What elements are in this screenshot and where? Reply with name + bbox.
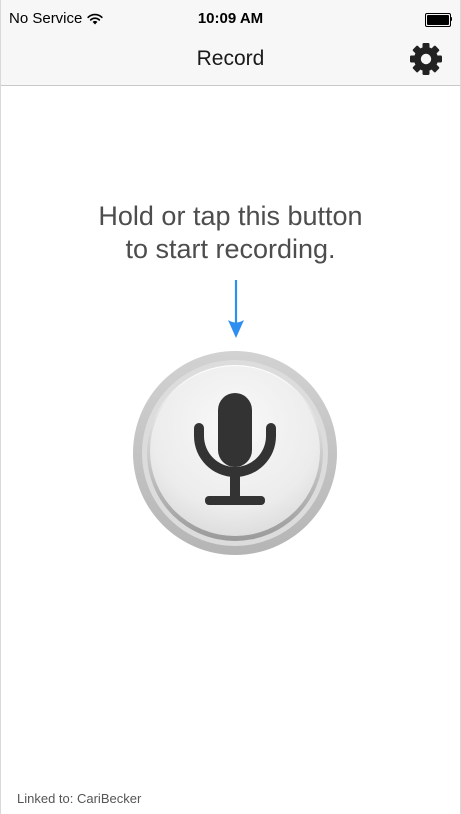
record-screen: No Service 10:09 AM Record Hold or tap t… bbox=[0, 0, 461, 814]
linked-account-label: Linked to: CariBecker bbox=[17, 791, 142, 806]
gear-icon bbox=[410, 43, 442, 75]
status-time: 10:09 AM bbox=[197, 10, 264, 27]
battery-fill bbox=[427, 15, 449, 25]
arrow-down-icon bbox=[225, 280, 247, 340]
record-instructions: Hold or tap this button to start recordi… bbox=[1, 200, 460, 266]
battery-icon bbox=[425, 13, 452, 27]
instructions-line-2: to start recording. bbox=[125, 234, 336, 264]
page-title: Record bbox=[196, 47, 265, 70]
status-bar: No Service 10:09 AM bbox=[1, 0, 460, 38]
settings-button[interactable] bbox=[408, 41, 444, 77]
navigation-bar: Record bbox=[1, 38, 460, 86]
instructions-line-1: Hold or tap this button bbox=[98, 201, 363, 231]
record-button[interactable] bbox=[132, 350, 338, 556]
top-bar: No Service 10:09 AM Record bbox=[1, 0, 460, 86]
